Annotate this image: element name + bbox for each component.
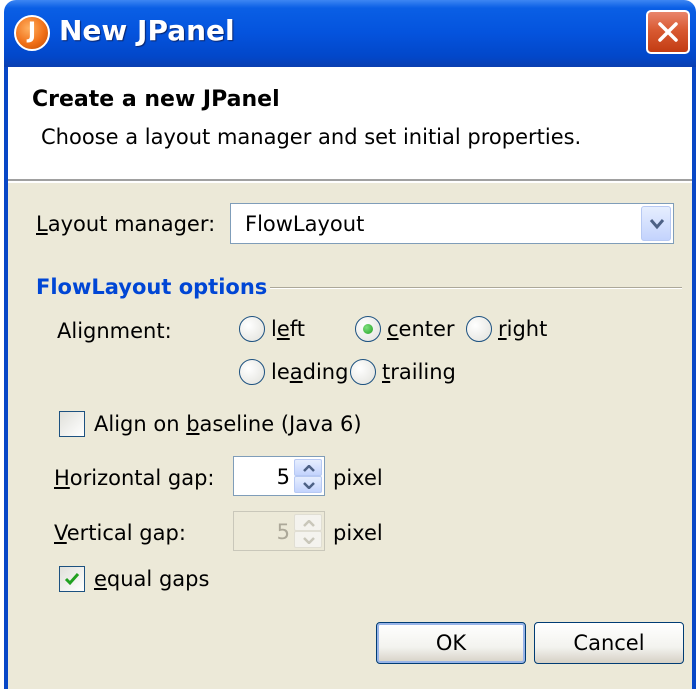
- chevron-down-icon: [649, 219, 665, 230]
- radio-trailing[interactable]: trailing: [350, 359, 456, 385]
- equal-gaps-checkbox[interactable]: equal gaps: [59, 566, 209, 592]
- header-description: Choose a layout manager and set initial …: [41, 125, 582, 149]
- layout-manager-label: Layout manager:: [36, 212, 216, 236]
- dialog-content: Layout manager: FlowLayout FlowLayout op…: [8, 183, 692, 689]
- radio-right[interactable]: right: [466, 316, 547, 342]
- radio-trailing-indicator: [350, 359, 376, 385]
- title-bar[interactable]: New JPanel: [4, 0, 696, 67]
- radio-left-indicator: [239, 316, 265, 342]
- arrow-down-icon: [303, 537, 315, 544]
- layout-manager-value: FlowLayout: [245, 212, 365, 236]
- section-title: FlowLayout options: [36, 275, 268, 299]
- align-baseline-checkbox[interactable]: Align on baseline (Java 6): [59, 411, 362, 437]
- equal-gaps-label: equal gaps: [94, 567, 210, 591]
- new-jpanel-dialog: New JPanel Create a new JPanel Choose a …: [4, 0, 696, 689]
- radio-center[interactable]: center: [355, 316, 455, 342]
- horizontal-gap-label: Horizontal gap:: [54, 466, 215, 490]
- vertical-gap-label: Vertical gap:: [54, 521, 186, 545]
- vertical-gap-increment[interactable]: [294, 514, 322, 531]
- radio-center-indicator: [355, 316, 381, 342]
- ok-button[interactable]: OK: [376, 622, 526, 664]
- cancel-button[interactable]: Cancel: [534, 622, 684, 664]
- radio-left-label: left: [271, 317, 306, 341]
- radio-leading-label: leading: [271, 360, 349, 384]
- horizontal-gap-value: 5: [276, 465, 290, 489]
- window-frame-right: [692, 67, 696, 689]
- equal-gaps-box: [59, 566, 85, 592]
- alignment-label: Alignment:: [57, 319, 172, 343]
- vertical-gap-spinner[interactable]: 5: [233, 511, 325, 551]
- radio-right-label: right: [498, 317, 548, 341]
- radio-leading-indicator: [239, 359, 265, 385]
- radio-center-label: center: [387, 317, 455, 341]
- align-baseline-label: Align on baseline (Java 6): [94, 412, 362, 436]
- dialog-header: Create a new JPanel Choose a layout mana…: [8, 67, 692, 181]
- close-button[interactable]: [646, 10, 690, 54]
- horizontal-gap-decrement[interactable]: [294, 476, 322, 493]
- vertical-gap-decrement[interactable]: [294, 531, 322, 548]
- window-title: New JPanel: [59, 14, 235, 47]
- layout-manager-select[interactable]: FlowLayout: [230, 203, 674, 244]
- vertical-gap-value: 5: [276, 520, 290, 544]
- arrow-up-icon: [303, 465, 315, 472]
- radio-leading[interactable]: leading: [239, 359, 348, 385]
- vertical-gap-unit: pixel: [333, 521, 383, 545]
- section-divider: [270, 287, 682, 289]
- radio-left[interactable]: left: [239, 316, 305, 342]
- horizontal-gap-unit: pixel: [333, 466, 383, 490]
- radio-right-indicator: [466, 316, 492, 342]
- close-icon: [658, 22, 678, 42]
- horizontal-gap-increment[interactable]: [294, 459, 322, 476]
- arrow-up-icon: [303, 520, 315, 527]
- arrow-down-icon: [303, 482, 315, 489]
- dropdown-button[interactable]: [641, 206, 671, 241]
- java-app-icon: [14, 15, 50, 51]
- radio-trailing-label: trailing: [382, 360, 456, 384]
- align-baseline-box: [59, 411, 85, 437]
- horizontal-gap-spinner[interactable]: 5: [233, 456, 325, 496]
- header-title: Create a new JPanel: [32, 87, 280, 112]
- checkmark-icon: [64, 573, 80, 586]
